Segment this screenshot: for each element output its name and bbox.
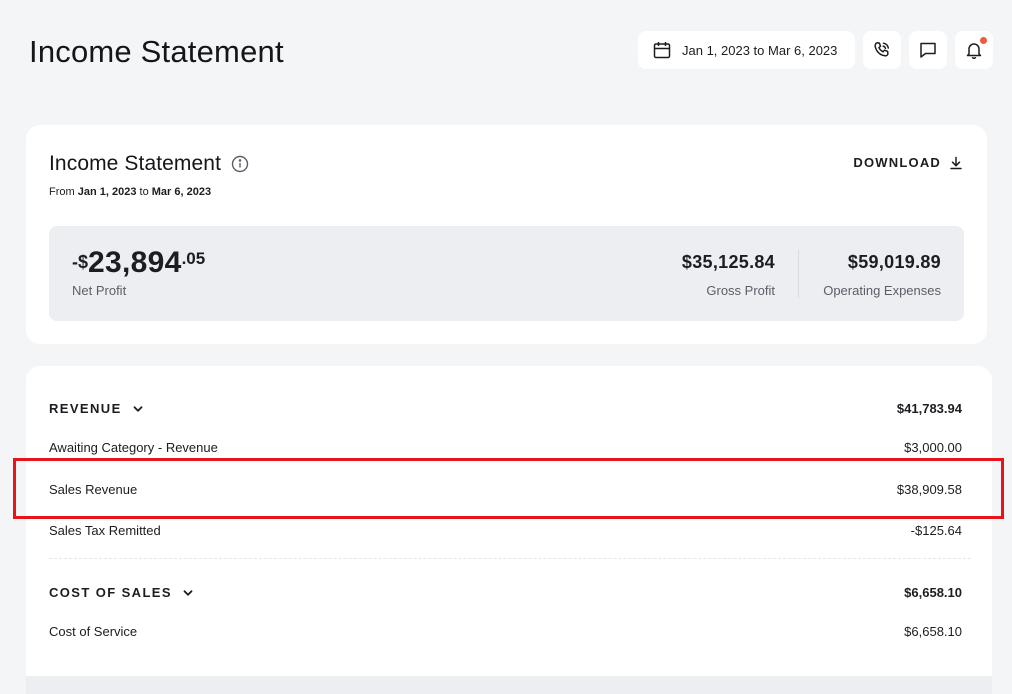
download-icon	[950, 156, 962, 169]
notification-dot	[980, 37, 987, 44]
gross-profit-value: $35,125.84	[681, 252, 775, 272]
call-button[interactable]	[863, 31, 901, 69]
date-range-picker[interactable]: Jan 1, 2023 to Mar 6, 2023	[638, 31, 855, 69]
to-date: Mar 6, 2023	[151, 186, 212, 198]
top-toolbar: Jan 1, 2023 to Mar 6, 2023	[638, 31, 993, 69]
row-sales-tax-label[interactable]: Sales Tax Remitted	[49, 523, 161, 538]
operating-expenses-value: $59,019.89	[847, 252, 941, 272]
page-title: Income Statement	[29, 34, 284, 69]
next-section-strip	[26, 676, 992, 694]
messages-button[interactable]	[909, 31, 947, 69]
revenue-section-title: REVENUE	[49, 401, 122, 416]
chevron-down-icon	[133, 405, 143, 412]
download-label: DOWNLOAD	[853, 155, 941, 170]
from-date: Jan 1, 2023	[77, 186, 137, 198]
summary-title: Income Statement	[49, 152, 222, 175]
metrics-panel: -$ 23,894 .05 Net Profit $35,125.84 Gros…	[49, 226, 964, 321]
from-label: From	[49, 186, 75, 198]
date-range-text: Jan 1, 2023 to Mar 6, 2023	[682, 42, 838, 58]
gross-profit-metric: $35,125.84 Gross Profit	[682, 252, 775, 298]
row-cost-of-service-value: $6,658.10	[904, 624, 962, 639]
revenue-section-toggle[interactable]: REVENUE	[49, 401, 144, 416]
download-button[interactable]: DOWNLOAD	[853, 155, 963, 170]
summary-date-range: From Jan 1, 2023 to Mar 6, 2023	[49, 186, 211, 198]
net-profit-value: -$ 23,894 .05	[72, 246, 205, 280]
to-label: to	[139, 186, 149, 198]
net-profit-cents: .05	[181, 249, 206, 268]
info-icon[interactable]	[231, 155, 249, 173]
row-awaiting-category-value: $3,000.00	[904, 440, 962, 455]
row-cost-of-service-label[interactable]: Cost of Service	[49, 624, 137, 639]
statement-detail-card: REVENUE $41,783.94 Awaiting Category - R…	[26, 366, 992, 694]
row-awaiting-category-label[interactable]: Awaiting Category - Revenue	[49, 440, 218, 455]
net-profit-label: Net Profit	[72, 283, 127, 298]
cost-of-sales-section-title: COST OF SALES	[49, 585, 172, 600]
chevron-down-icon	[183, 589, 193, 596]
section-divider	[49, 558, 971, 559]
net-profit-main: 23,894	[88, 246, 182, 279]
phone-icon	[874, 42, 890, 57]
summary-title-row: Income Statement	[49, 152, 249, 176]
cost-of-sales-section-toggle[interactable]: COST OF SALES	[49, 585, 194, 600]
net-profit-prefix: -$	[72, 252, 89, 272]
revenue-total: $41,783.94	[896, 401, 962, 416]
operating-expenses-label: Operating Expenses	[823, 283, 941, 298]
notifications-button[interactable]	[955, 31, 993, 69]
gross-profit-label: Gross Profit	[706, 283, 775, 298]
cost-of-sales-total: $6,658.10	[904, 585, 962, 600]
highlight-box	[13, 458, 1004, 519]
operating-expenses-metric: $59,019.89 Operating Expenses	[823, 252, 941, 298]
chat-icon	[920, 42, 936, 58]
summary-card: Income Statement From Jan 1, 2023 to Mar…	[26, 125, 987, 344]
calendar-icon	[653, 42, 671, 59]
row-sales-tax-value: -$125.64	[910, 523, 962, 538]
metric-divider	[798, 250, 799, 298]
